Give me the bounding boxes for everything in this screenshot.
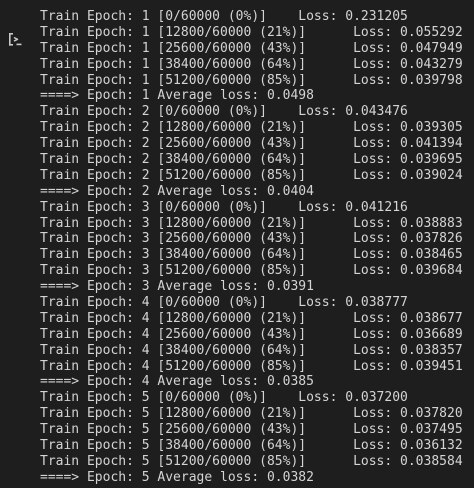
train-log-line: Train Epoch: 2 [12800/60000 (21%)] Loss:… <box>40 120 463 136</box>
epoch-summary-line: ====> Epoch: 3 Average loss: 0.0391 <box>40 279 314 295</box>
train-log-line: Train Epoch: 2 [51200/60000 (85%)] Loss:… <box>40 167 463 183</box>
train-log-line: Train Epoch: 1 [51200/60000 (85%)] Loss:… <box>40 72 463 88</box>
train-log-line: Train Epoch: 2 [0/60000 (0%)] Loss: 0.04… <box>40 104 408 120</box>
train-log-line: Train Epoch: 4 [0/60000 (0%)] Loss: 0.03… <box>40 295 408 311</box>
train-log-line: Train Epoch: 4 [12800/60000 (21%)] Loss:… <box>40 310 463 326</box>
train-log-line: Train Epoch: 3 [51200/60000 (85%)] Loss:… <box>40 263 463 279</box>
train-log-line: Train Epoch: 2 [38400/60000 (64%)] Loss:… <box>40 152 463 168</box>
train-log-line: Train Epoch: 3 [0/60000 (0%)] Loss: 0.04… <box>40 199 408 215</box>
epoch-summary-line: ====> Epoch: 1 Average loss: 0.0498 <box>40 88 314 104</box>
train-log-line: Train Epoch: 4 [38400/60000 (64%)] Loss:… <box>40 342 463 358</box>
train-log-line: Train Epoch: 3 [38400/60000 (64%)] Loss:… <box>40 247 463 263</box>
train-log-line: Train Epoch: 1 [0/60000 (0%)] Loss: 0.23… <box>40 9 408 24</box>
train-log-line: Train Epoch: 5 [25600/60000 (43%)] Loss:… <box>40 422 463 438</box>
train-log-line: Train Epoch: 2 [25600/60000 (43%)] Loss:… <box>40 136 463 152</box>
train-log-line: Train Epoch: 1 [38400/60000 (64%)] Loss:… <box>40 56 463 72</box>
epoch-summary-line: ====> Epoch: 2 Average loss: 0.0404 <box>40 183 314 199</box>
train-log-line: Train Epoch: 4 [51200/60000 (85%)] Loss:… <box>40 358 463 374</box>
cell-output-area: Train Epoch: 1 [0/60000 (0%)] Loss: 0.23… <box>0 0 474 488</box>
epoch-summary-line: ====> Epoch: 4 Average loss: 0.0385 <box>40 374 314 390</box>
output-toggle-icon-graphic <box>9 33 22 46</box>
output-toggle-icon[interactable] <box>4 28 26 50</box>
train-log-line: Train Epoch: 5 [12800/60000 (21%)] Loss:… <box>40 406 463 422</box>
output-gutter <box>0 0 34 488</box>
train-log-line: Train Epoch: 5 [0/60000 (0%)] Loss: 0.03… <box>40 390 408 406</box>
train-log-line: Train Epoch: 1 [25600/60000 (43%)] Loss:… <box>40 40 463 56</box>
train-log-line: Train Epoch: 5 [51200/60000 (85%)] Loss:… <box>40 453 463 469</box>
training-log-output: Train Epoch: 1 [0/60000 (0%)] Loss: 0.23… <box>40 9 463 486</box>
train-log-line: Train Epoch: 4 [25600/60000 (43%)] Loss:… <box>40 326 463 342</box>
train-log-line: Train Epoch: 1 [12800/60000 (21%)] Loss:… <box>40 24 463 40</box>
train-log-line: Train Epoch: 3 [25600/60000 (43%)] Loss:… <box>40 231 463 247</box>
train-log-line: Train Epoch: 5 [38400/60000 (64%)] Loss:… <box>40 438 463 454</box>
train-log-line: Train Epoch: 3 [12800/60000 (21%)] Loss:… <box>40 215 463 231</box>
epoch-summary-line: ====> Epoch: 5 Average loss: 0.0382 <box>40 469 314 485</box>
